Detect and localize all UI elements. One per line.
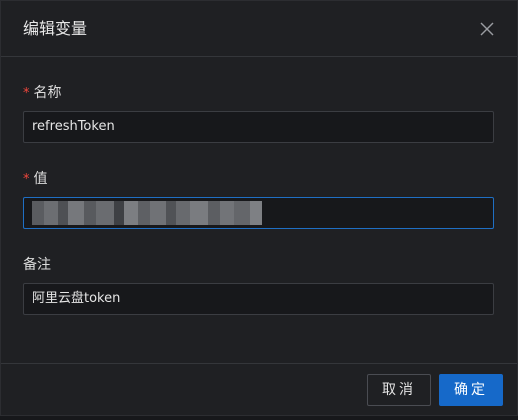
note-input[interactable]: 阿里云盘token — [23, 283, 494, 315]
value-label-text: 值 — [33, 171, 48, 187]
required-mark: * — [23, 86, 30, 101]
required-mark: * — [23, 172, 30, 187]
dialog-footer: 取消 确定 — [1, 363, 517, 417]
note-field-label: 备注 — [23, 257, 51, 273]
dialog-header: 编辑变量 — [1, 1, 517, 57]
name-field-label: * 名称 — [23, 84, 62, 103]
dialog-title: 编辑变量 — [23, 19, 88, 38]
confirm-button[interactable]: 确定 — [439, 374, 503, 406]
cancel-button[interactable]: 取消 — [367, 374, 431, 406]
value-field-label: * 值 — [23, 170, 48, 189]
edit-variable-dialog: 编辑变量 * 名称 refreshToken * 值 备注 阿里云盘token … — [0, 0, 518, 416]
close-icon[interactable] — [475, 17, 499, 41]
obscured-value — [32, 201, 282, 225]
name-label-text: 名称 — [33, 85, 62, 101]
value-input[interactable] — [23, 197, 494, 229]
name-input[interactable]: refreshToken — [23, 111, 494, 143]
